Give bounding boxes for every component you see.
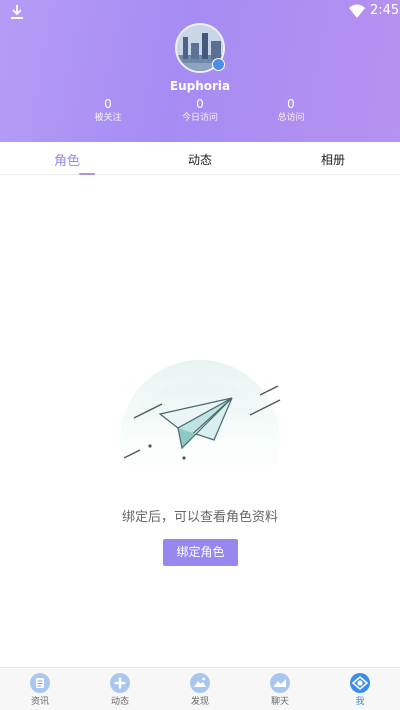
nav-news[interactable]: 资讯	[10, 672, 70, 708]
username: Euphoria	[169, 79, 231, 93]
nav-label: 我	[355, 697, 365, 707]
nav-label: 发现	[190, 697, 209, 707]
verified-badge-icon	[212, 58, 225, 71]
clock-time: 2:45	[370, 3, 400, 18]
empty-state-message: 绑定后，可以查看角色资料	[121, 510, 278, 525]
stat-label: 今日访问	[181, 113, 218, 123]
stat-value: 0	[287, 97, 295, 111]
stat-label: 被关注	[94, 113, 122, 123]
stat-label: 总访问	[277, 113, 305, 123]
stat-followers[interactable]: 0 被关注	[68, 97, 148, 125]
profile-tabs: 角色 动态 相册	[0, 142, 400, 175]
bottom-navigation: 资讯 动态 发现 聊天 我	[0, 667, 400, 710]
profile-screen: 2:45 Euphoria 0 被关注 0 今日访问 0 总访问 角色 动态 相…	[0, 0, 400, 710]
paper-plane-illustration	[120, 360, 281, 465]
chat-icon	[270, 673, 290, 693]
tab-roles[interactable]: 角色	[27, 150, 107, 169]
nav-label: 聊天	[270, 697, 289, 707]
nav-label: 动态	[110, 697, 129, 707]
nav-activity[interactable]: 动态	[90, 672, 150, 708]
profile-header: 2:45 Euphoria 0 被关注 0 今日访问 0 总访问	[0, 0, 400, 142]
tab-activity[interactable]: 动态	[160, 151, 240, 168]
stat-today-visits[interactable]: 0 今日访问	[160, 97, 240, 125]
discover-icon	[190, 673, 210, 693]
nav-chat[interactable]: 聊天	[250, 672, 310, 708]
wifi-icon	[349, 4, 365, 18]
nav-discover[interactable]: 发现	[170, 672, 230, 708]
stat-value: 0	[104, 97, 112, 111]
plus-icon	[110, 673, 130, 693]
me-icon	[350, 673, 370, 693]
tab-active-indicator	[79, 173, 95, 175]
nav-me[interactable]: 我	[330, 672, 390, 708]
stat-value: 0	[196, 97, 204, 111]
download-icon	[11, 5, 23, 19]
stat-total-visits[interactable]: 0 总访问	[251, 97, 331, 125]
status-bar: 2:45	[0, 0, 400, 24]
tab-album[interactable]: 相册	[293, 151, 373, 168]
news-icon	[30, 673, 50, 693]
nav-label: 资讯	[30, 697, 49, 707]
bind-role-button[interactable]: 绑定角色	[163, 539, 238, 566]
